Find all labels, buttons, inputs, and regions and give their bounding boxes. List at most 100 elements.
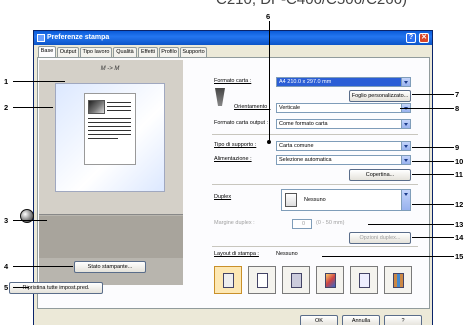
callout-5: 5: [4, 283, 9, 292]
chevron-down-icon: [401, 190, 410, 210]
callout-4: 4: [4, 262, 9, 271]
callout-1: 1: [4, 77, 9, 86]
close-icon[interactable]: ✕: [419, 33, 429, 43]
layout-repeat-button[interactable]: [384, 266, 412, 294]
printer-icon: [37, 34, 45, 42]
output-size-value: Come formato carta: [279, 121, 328, 127]
duplex-margin-input[interactable]: 0: [292, 219, 312, 229]
help-button[interactable]: ?: [384, 315, 422, 325]
tab-effetti[interactable]: Effetti: [138, 47, 158, 57]
callout-14: 14: [455, 233, 464, 242]
leader-line-15: [322, 256, 454, 257]
media-type-label: Tipo di supporto :: [214, 142, 257, 148]
layout-nup-button[interactable]: [248, 266, 276, 294]
printer-status-button[interactable]: Stato stampante...: [74, 261, 146, 273]
output-size-dropdown[interactable]: Come formato carta: [276, 119, 411, 129]
booklet-icon: [291, 273, 302, 288]
duplex-margin-label: Margine duplex :: [214, 220, 255, 226]
leader-line-9: [412, 147, 454, 148]
media-type-value: Carta comune: [279, 143, 314, 149]
text-line: [88, 138, 118, 139]
leader-line-3: [13, 220, 47, 221]
callout-10: 10: [455, 157, 464, 166]
single-page-icon: [223, 273, 234, 288]
paper-size-dropdown[interactable]: A4 210.0 x 297.0 mm: [276, 77, 411, 87]
divider: [212, 246, 418, 247]
layout-poster-button[interactable]: [316, 266, 344, 294]
leader-line-13: [368, 224, 454, 225]
tab-output[interactable]: Output: [57, 47, 79, 57]
dialog-title: Preferenze stampa: [47, 34, 110, 41]
paper-size-label: Formato carta :: [214, 78, 252, 84]
restore-defaults-button[interactable]: Ripristina tutte impost.pred.: [9, 282, 103, 294]
print-preferences-dialog: Preferenze stampa ? ✕ Base Output Tipo l…: [9, 30, 433, 325]
callout-7: 7: [455, 90, 460, 99]
callout-6: 6: [266, 12, 271, 21]
callout-15: 15: [455, 252, 464, 261]
media-size-label: M -> M: [100, 66, 120, 72]
chevron-down-icon: [401, 78, 410, 86]
layout-rotate-button[interactable]: [350, 266, 378, 294]
leader-line-8: [400, 108, 454, 109]
print-layout-label: Layout di stampa :: [214, 251, 259, 257]
duplex-label: Duplex: [214, 194, 232, 200]
orientation-label: Orientamento :: [234, 104, 271, 110]
title-bar: Preferenze stampa: [34, 31, 432, 45]
text-line: [88, 126, 131, 127]
leader-line-14: [412, 237, 454, 238]
repeat-image-icon: [393, 273, 404, 288]
paper-source-label: Alimentazione :: [214, 156, 252, 162]
layout-booklet-button[interactable]: [282, 266, 310, 294]
callout-9: 9: [455, 143, 460, 152]
leader-line-6: [269, 21, 270, 142]
text-line: [88, 130, 131, 131]
text-line: [107, 106, 131, 107]
duplex-value: Nessuno: [304, 197, 326, 203]
callout-12: 12: [455, 200, 464, 209]
cover-button[interactable]: Copertina...: [349, 169, 411, 181]
paper-size-value: A4 210.0 x 297.0 mm: [279, 79, 332, 85]
leader-line-12: [412, 204, 454, 205]
divider: [212, 134, 418, 135]
duplex-page-icon: [285, 193, 297, 207]
media-type-dropdown[interactable]: Carta comune: [276, 141, 411, 151]
leader-line-11: [412, 174, 454, 175]
callout-3: 3: [4, 216, 9, 225]
output-size-label: Formato carta output :: [214, 120, 269, 126]
cancel-button[interactable]: Annulla: [342, 315, 380, 325]
callout-2: 2: [4, 103, 9, 112]
poster-icon: [325, 273, 336, 288]
leader-dot-6: [267, 140, 271, 144]
text-line: [107, 102, 131, 103]
callout-13: 13: [455, 220, 464, 229]
chevron-down-icon: [401, 142, 410, 150]
paper-image-icon: [88, 100, 105, 114]
help-title-button[interactable]: ?: [406, 33, 416, 43]
duplex-options-button[interactable]: Opzioni duplex...: [349, 232, 411, 244]
leader-line-10: [412, 161, 454, 162]
tab-tipo-lavoro[interactable]: Tipo lavoro: [80, 47, 112, 57]
layout-single-button[interactable]: [214, 266, 242, 294]
ok-button[interactable]: OK: [300, 315, 338, 325]
tab-base[interactable]: Base: [38, 46, 56, 57]
orientation-dropdown[interactable]: Verticale: [276, 103, 411, 113]
callout-8: 8: [455, 104, 460, 113]
duplex-margin-range: (0 - 50 mm): [316, 220, 345, 226]
custom-paper-button[interactable]: Foglio personalizzato...: [349, 90, 411, 102]
paper-source-dropdown[interactable]: Selezione automatica: [276, 155, 411, 165]
print-layout-value: Nessuno: [276, 251, 298, 257]
tab-profilo[interactable]: Profilo: [159, 47, 179, 57]
text-line: [88, 134, 131, 135]
leader-line-2: [13, 107, 53, 108]
text-line: [88, 118, 131, 119]
leader-line-7: [412, 94, 454, 95]
leader-line-4: [13, 266, 73, 267]
chevron-down-icon: [401, 120, 410, 128]
chevron-down-icon: [401, 156, 410, 164]
duplex-dropdown[interactable]: Nessuno: [281, 189, 411, 211]
leader-line-5: [13, 287, 29, 288]
text-line: [107, 110, 131, 111]
tab-qualita[interactable]: Qualità: [113, 47, 137, 57]
orientation-value: Verticale: [279, 105, 301, 111]
tab-supporto[interactable]: Supporto: [180, 47, 207, 57]
